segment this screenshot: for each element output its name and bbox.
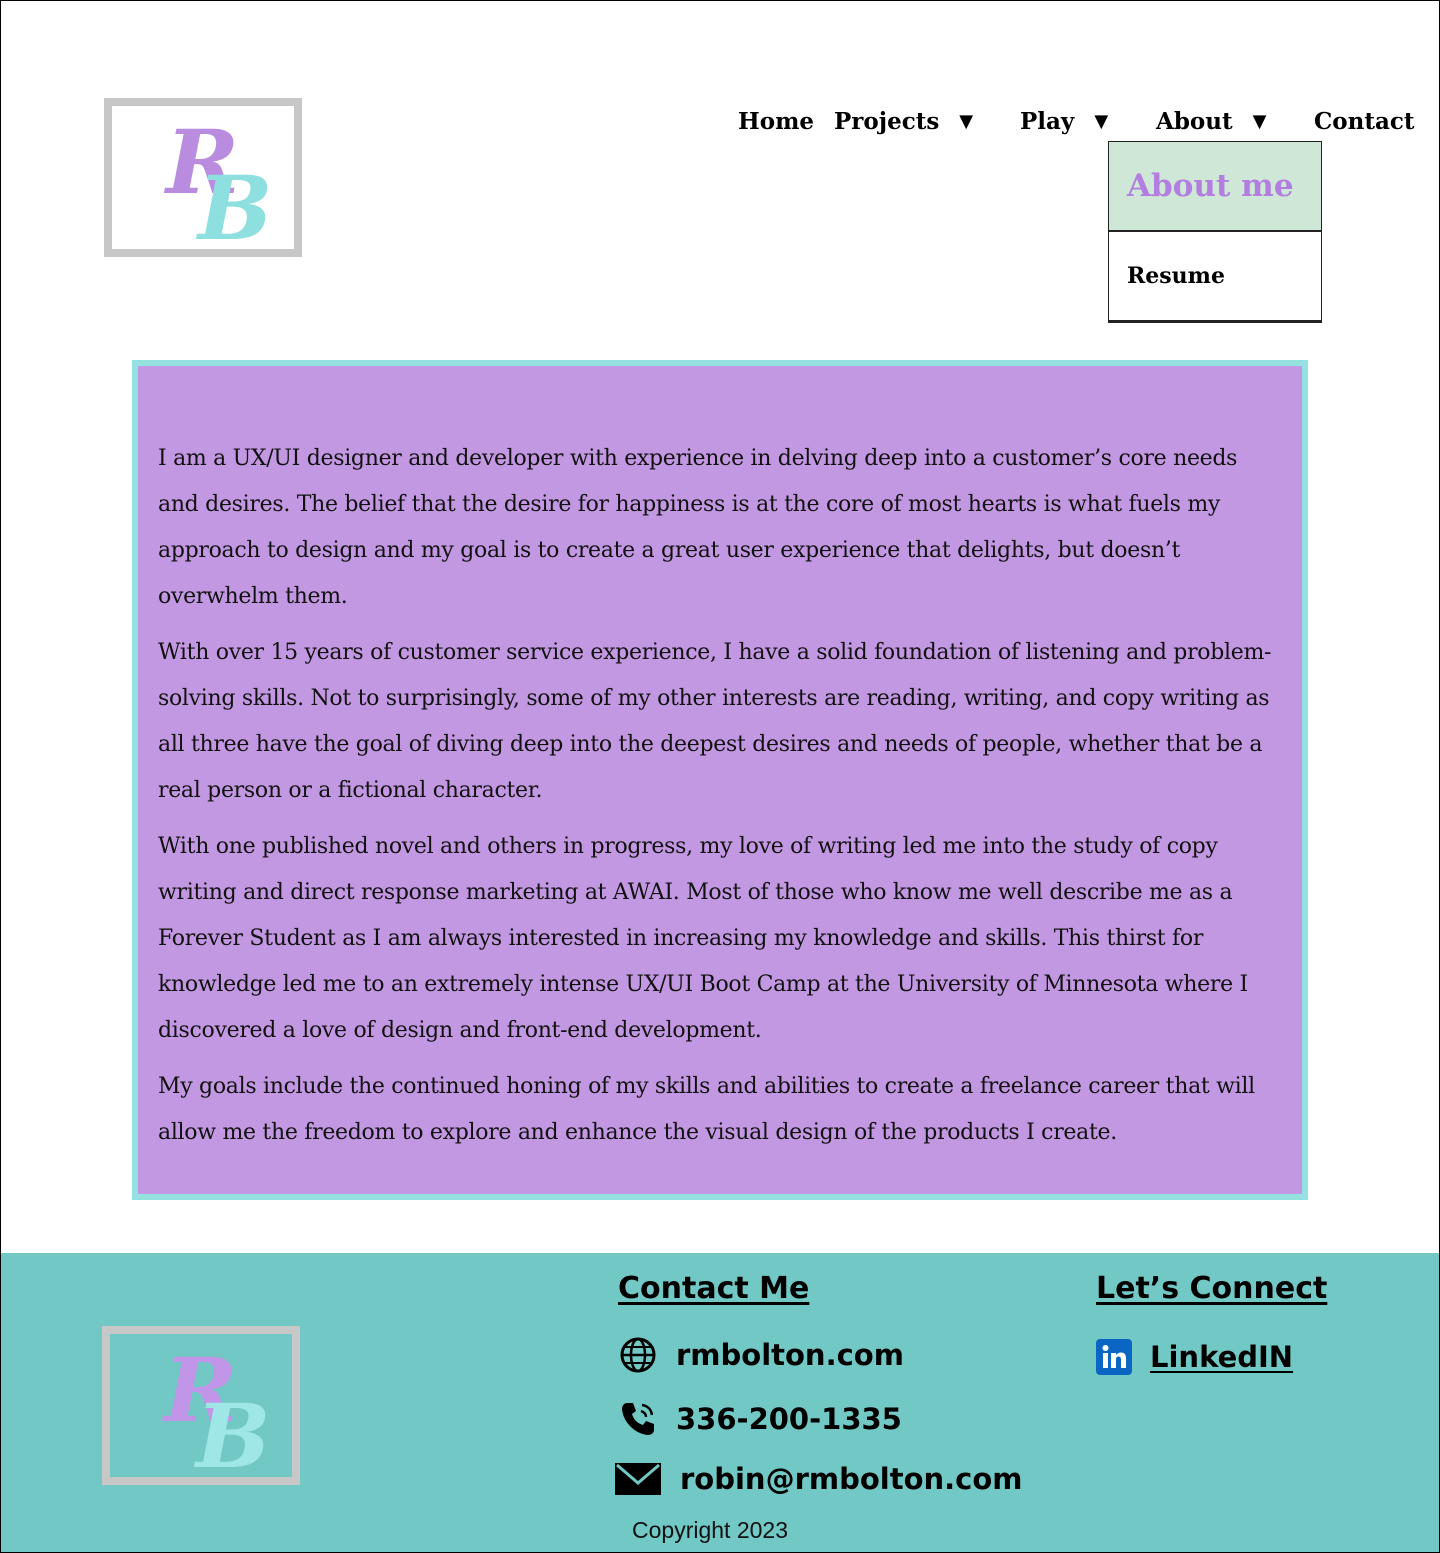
copyright-text: Copyright 2023 <box>632 1517 788 1543</box>
logo-letter-b: B <box>198 156 273 260</box>
logo-letter-b: B <box>196 1384 271 1488</box>
mail-icon <box>614 1459 662 1499</box>
globe-icon <box>618 1335 658 1375</box>
email-text: robin@rmbolton.com <box>680 1462 1023 1496</box>
nav-projects[interactable]: Projects ▼ <box>834 108 973 135</box>
linkedin-text: LinkedIN <box>1150 1340 1294 1374</box>
linkedin-icon <box>1096 1339 1132 1375</box>
about-me-card: I am a UX/UI designer and developer with… <box>132 360 1308 1200</box>
dropdown-item-label: About me <box>1127 168 1294 204</box>
phone-text: 336-200-1335 <box>676 1402 902 1436</box>
contact-me-heading: Contact Me <box>618 1271 810 1306</box>
nav-projects-label: Projects <box>834 108 940 135</box>
nav-contact-label: Contact <box>1314 108 1415 135</box>
nav-play-label: Play <box>1020 108 1075 135</box>
nav-home[interactable]: Home <box>738 108 814 135</box>
nav-contact[interactable]: Contact <box>1314 108 1415 135</box>
linkedin-link[interactable]: LinkedIN <box>1096 1339 1293 1375</box>
nav-about-label: About <box>1156 108 1233 135</box>
dropdown-item-about-me[interactable]: About me <box>1109 142 1321 232</box>
website-text: rmbolton.com <box>676 1338 904 1372</box>
main-nav: Home Projects ▼ Play ▼ About ▼ Contact <box>0 108 1440 144</box>
dropdown-item-label: Resume <box>1127 263 1225 289</box>
email-link[interactable]: robin@rmbolton.com <box>614 1459 1023 1499</box>
phone-link[interactable]: 336-200-1335 <box>618 1399 902 1439</box>
nav-about[interactable]: About ▼ <box>1156 108 1266 135</box>
caret-down-icon: ▼ <box>959 111 974 132</box>
about-paragraph: I am a UX/UI designer and developer with… <box>158 446 1238 609</box>
lets-connect-heading: Let’s Connect <box>1096 1271 1328 1306</box>
website-link[interactable]: rmbolton.com <box>618 1335 904 1375</box>
caret-down-icon: ▼ <box>1094 111 1109 132</box>
phone-icon <box>618 1399 658 1439</box>
site-footer: R B Contact Me Let’s Connect rmbolton.co… <box>0 1253 1440 1553</box>
nav-home-label: Home <box>738 108 815 135</box>
caret-down-icon: ▼ <box>1252 111 1267 132</box>
about-paragraph: With one published novel and others in p… <box>158 834 1248 1043</box>
dropdown-item-resume[interactable]: Resume <box>1109 232 1321 322</box>
about-dropdown-menu: About me Resume <box>1108 141 1322 323</box>
about-paragraph: My goals include the continued honing of… <box>158 1074 1255 1145</box>
about-paragraph: With over 15 years of customer service e… <box>158 640 1272 803</box>
nav-play[interactable]: Play ▼ <box>1020 108 1108 135</box>
footer-logo[interactable]: R B <box>102 1326 300 1485</box>
